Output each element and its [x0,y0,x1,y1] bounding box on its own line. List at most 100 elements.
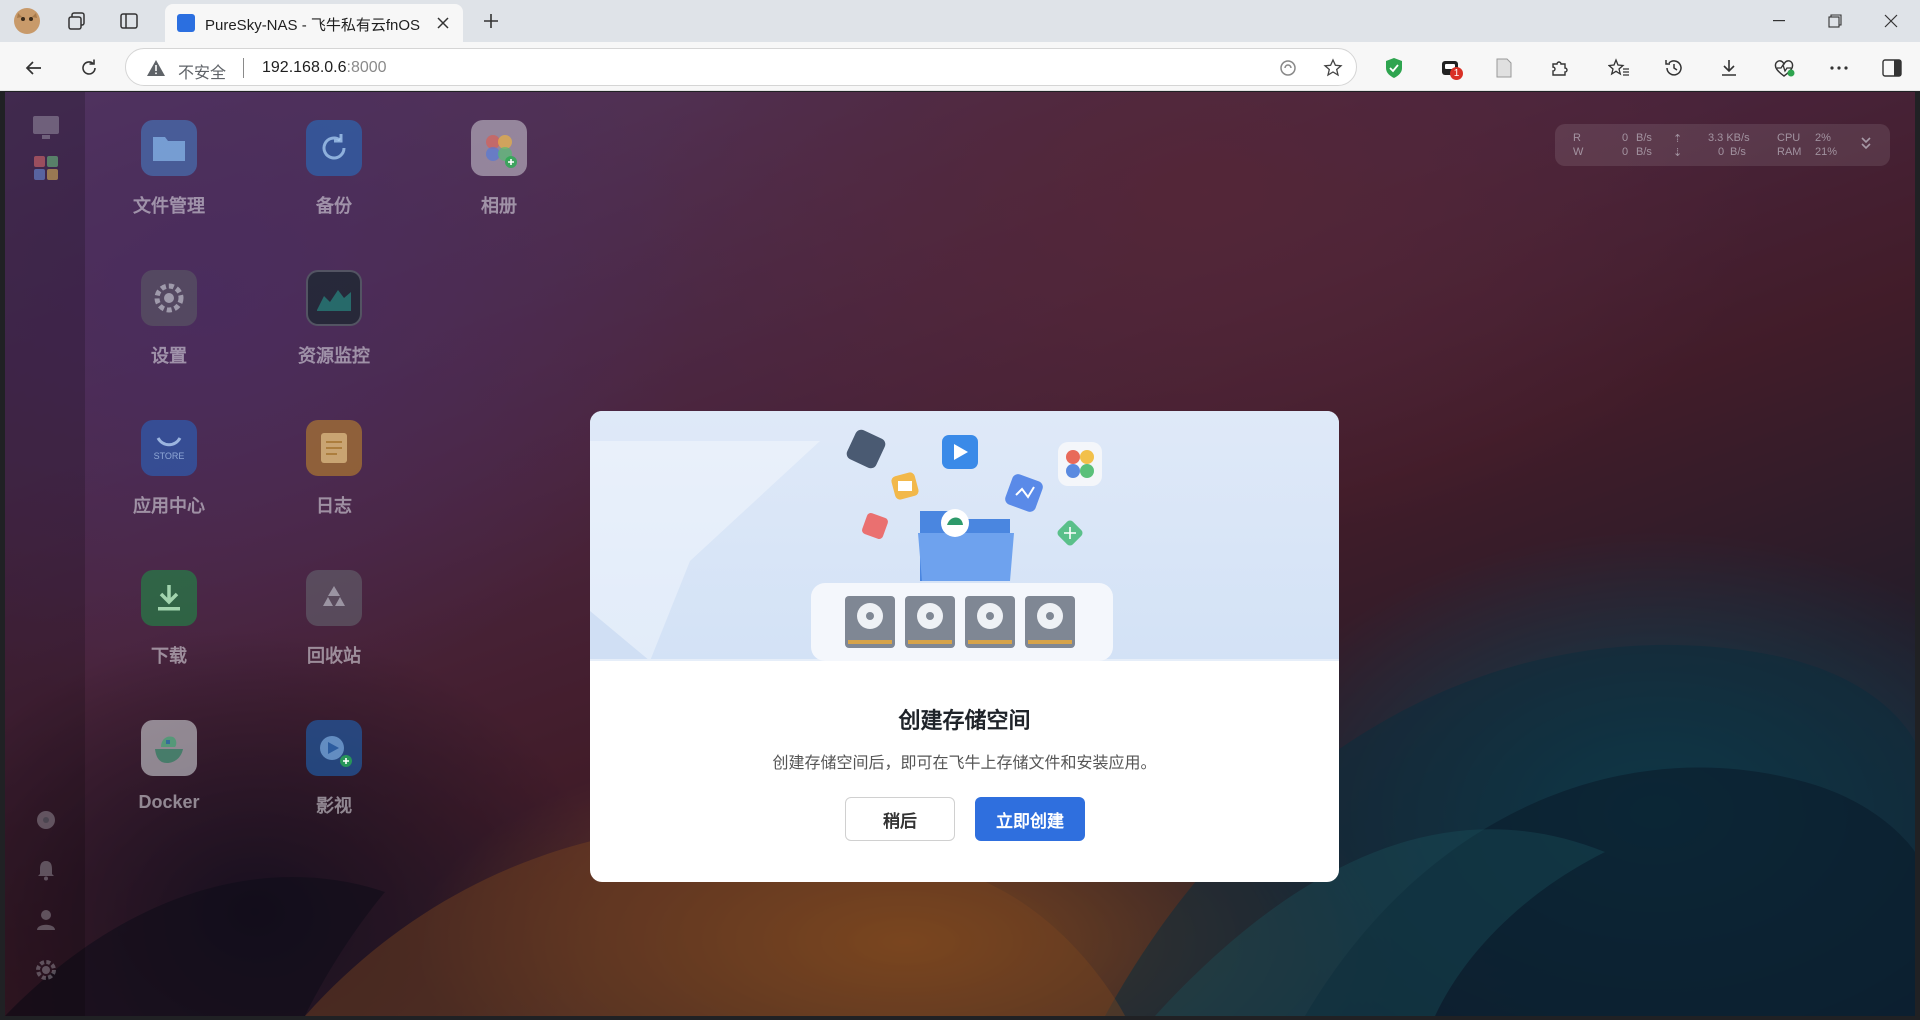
vertical-tabs-icon[interactable] [114,6,144,36]
write-value: 0 [1622,146,1629,158]
cpu-value: 2% [1815,132,1831,144]
sidebar-toggle-icon[interactable] [1876,52,1908,84]
download-arrow-icon: ⇣ [1673,147,1683,159]
log-icon [306,420,362,476]
workspaces-icon[interactable] [62,6,92,36]
app-label: 应用中心 [133,496,205,516]
fnos-favicon-icon [177,14,195,32]
app-label: 下载 [151,646,187,666]
favorite-star-icon[interactable] [1321,56,1345,80]
downloads-icon[interactable] [1713,52,1745,84]
app-grid-icon[interactable] [32,154,60,182]
photos-icon [471,120,527,176]
backup-icon [306,120,362,176]
app-video[interactable]: 影视 [274,720,394,840]
dialog-title: 创建存储空间 [898,708,1031,733]
read-label: R [1573,132,1581,144]
settings-icon [141,270,197,326]
extension-with-badge-icon[interactable]: 1 [1434,52,1466,84]
app-label: 设置 [151,346,187,366]
profile-avatar-icon[interactable] [12,6,42,36]
app-download[interactable]: 下载 [109,570,229,690]
extension-badge: 1 [1450,67,1463,80]
later-button[interactable]: 稍后 [845,797,955,841]
dialog-description: 创建存储空间后，即可在飞牛上存储文件和安装应用。 [772,755,1157,772]
warning-icon[interactable] [146,59,166,77]
performance-widget[interactable]: R W 0 B/s 0 B/s ⇡ ⇣ 3.3 KB/s 0 B/s CPU R… [1555,124,1890,166]
upload-value: 3.3 KB/s [1708,132,1750,144]
download-value: 0 [1718,146,1725,158]
tab-bar: PureSky-NAS - 飞牛私有云fnOS [0,0,1920,42]
docker-icon [141,720,197,776]
app-label: 文件管理 [133,196,205,216]
read-unit: B/s [1636,132,1652,144]
app-resource-monitor[interactable]: 资源监控 [274,270,394,390]
restore-icon[interactable] [1807,0,1863,42]
app-file-manager[interactable]: 文件管理 [109,120,229,240]
desktop-sidebar [5,92,85,1016]
store-sub-label: STORE [153,451,185,461]
browser-toolbar: 不安全 192.168.0.6:8000 1 [0,42,1920,91]
shield-extension-icon[interactable] [1378,52,1410,84]
performance-icon[interactable] [1768,52,1800,84]
cpu-label: CPU [1777,132,1801,144]
app-label: 影视 [316,796,352,816]
close-window-icon[interactable] [1863,0,1919,42]
app-log[interactable]: 日志 [274,420,394,540]
app-store[interactable]: STORE 应用中心 [109,420,229,540]
reader-extension-icon[interactable] [1488,52,1520,84]
create-now-button[interactable]: 立即创建 [975,797,1085,841]
active-tab[interactable]: PureSky-NAS - 飞牛私有云fnOS [165,4,463,42]
app-label: 相册 [481,196,517,216]
upload-arrow-icon: ⇡ [1673,133,1683,145]
refresh-icon[interactable] [73,52,105,84]
write-label: W [1573,146,1584,158]
user-icon[interactable] [32,906,60,934]
app-label: 回收站 [307,646,361,666]
minimize-icon[interactable] [1751,0,1807,42]
url-host: 192.168.0.6 [262,59,347,76]
app-label: 日志 [316,496,352,516]
more-menu-icon[interactable] [1823,52,1855,84]
back-icon[interactable] [18,52,50,84]
monitor-icon [306,270,362,326]
folder-icon [141,120,197,176]
recycle-icon [306,570,362,626]
new-tab-icon[interactable] [476,6,506,36]
desktop-monitor-icon[interactable] [32,114,60,142]
ram-label: RAM [1777,146,1802,158]
ram-value: 21% [1815,146,1838,158]
app-backup[interactable]: 备份 [274,120,394,240]
app-label: 备份 [316,196,352,216]
app-photos[interactable]: 相册 [439,120,559,240]
extensions-puzzle-icon[interactable] [1543,52,1575,84]
download-icon [141,570,197,626]
favorites-icon[interactable] [1603,52,1635,84]
close-tab-icon[interactable] [431,11,455,35]
write-unit: B/s [1636,146,1652,158]
storage-illustration [590,411,1339,661]
system-gear-icon[interactable] [32,956,60,984]
tab-title: PureSky-NAS - 飞牛私有云fnOS [205,17,421,34]
network-icon[interactable] [32,806,60,834]
app-recycle-bin[interactable]: 回收站 [274,570,394,690]
address-bar[interactable]: 不安全 192.168.0.6:8000 [125,48,1357,86]
not-secure-label[interactable]: 不安全 [178,59,226,83]
read-aloud-icon[interactable] [1276,56,1300,80]
app-label: 资源监控 [298,346,370,366]
video-icon [306,720,362,776]
url-text[interactable]: 192.168.0.6:8000 [262,59,387,77]
app-docker[interactable]: Docker [109,720,229,840]
notification-bell-icon[interactable] [32,856,60,884]
fnos-desktop: 文件管理 备份 相册 设置 资源监控 STORE 应用中心 日志 下载 回收站 … [5,92,1915,1016]
read-value: 0 [1622,132,1629,144]
download-unit: B/s [1730,146,1746,158]
store-icon: STORE [141,420,197,476]
url-port: :8000 [346,59,387,76]
history-icon[interactable] [1658,52,1690,84]
expand-chevron-icon[interactable] [1860,136,1872,150]
address-separator [243,58,244,78]
app-label: Docker [138,792,200,812]
create-storage-dialog: 创建存储空间 创建存储空间后，即可在飞牛上存储文件和安装应用。 稍后 立即创建 [590,411,1339,882]
app-settings[interactable]: 设置 [109,270,229,390]
